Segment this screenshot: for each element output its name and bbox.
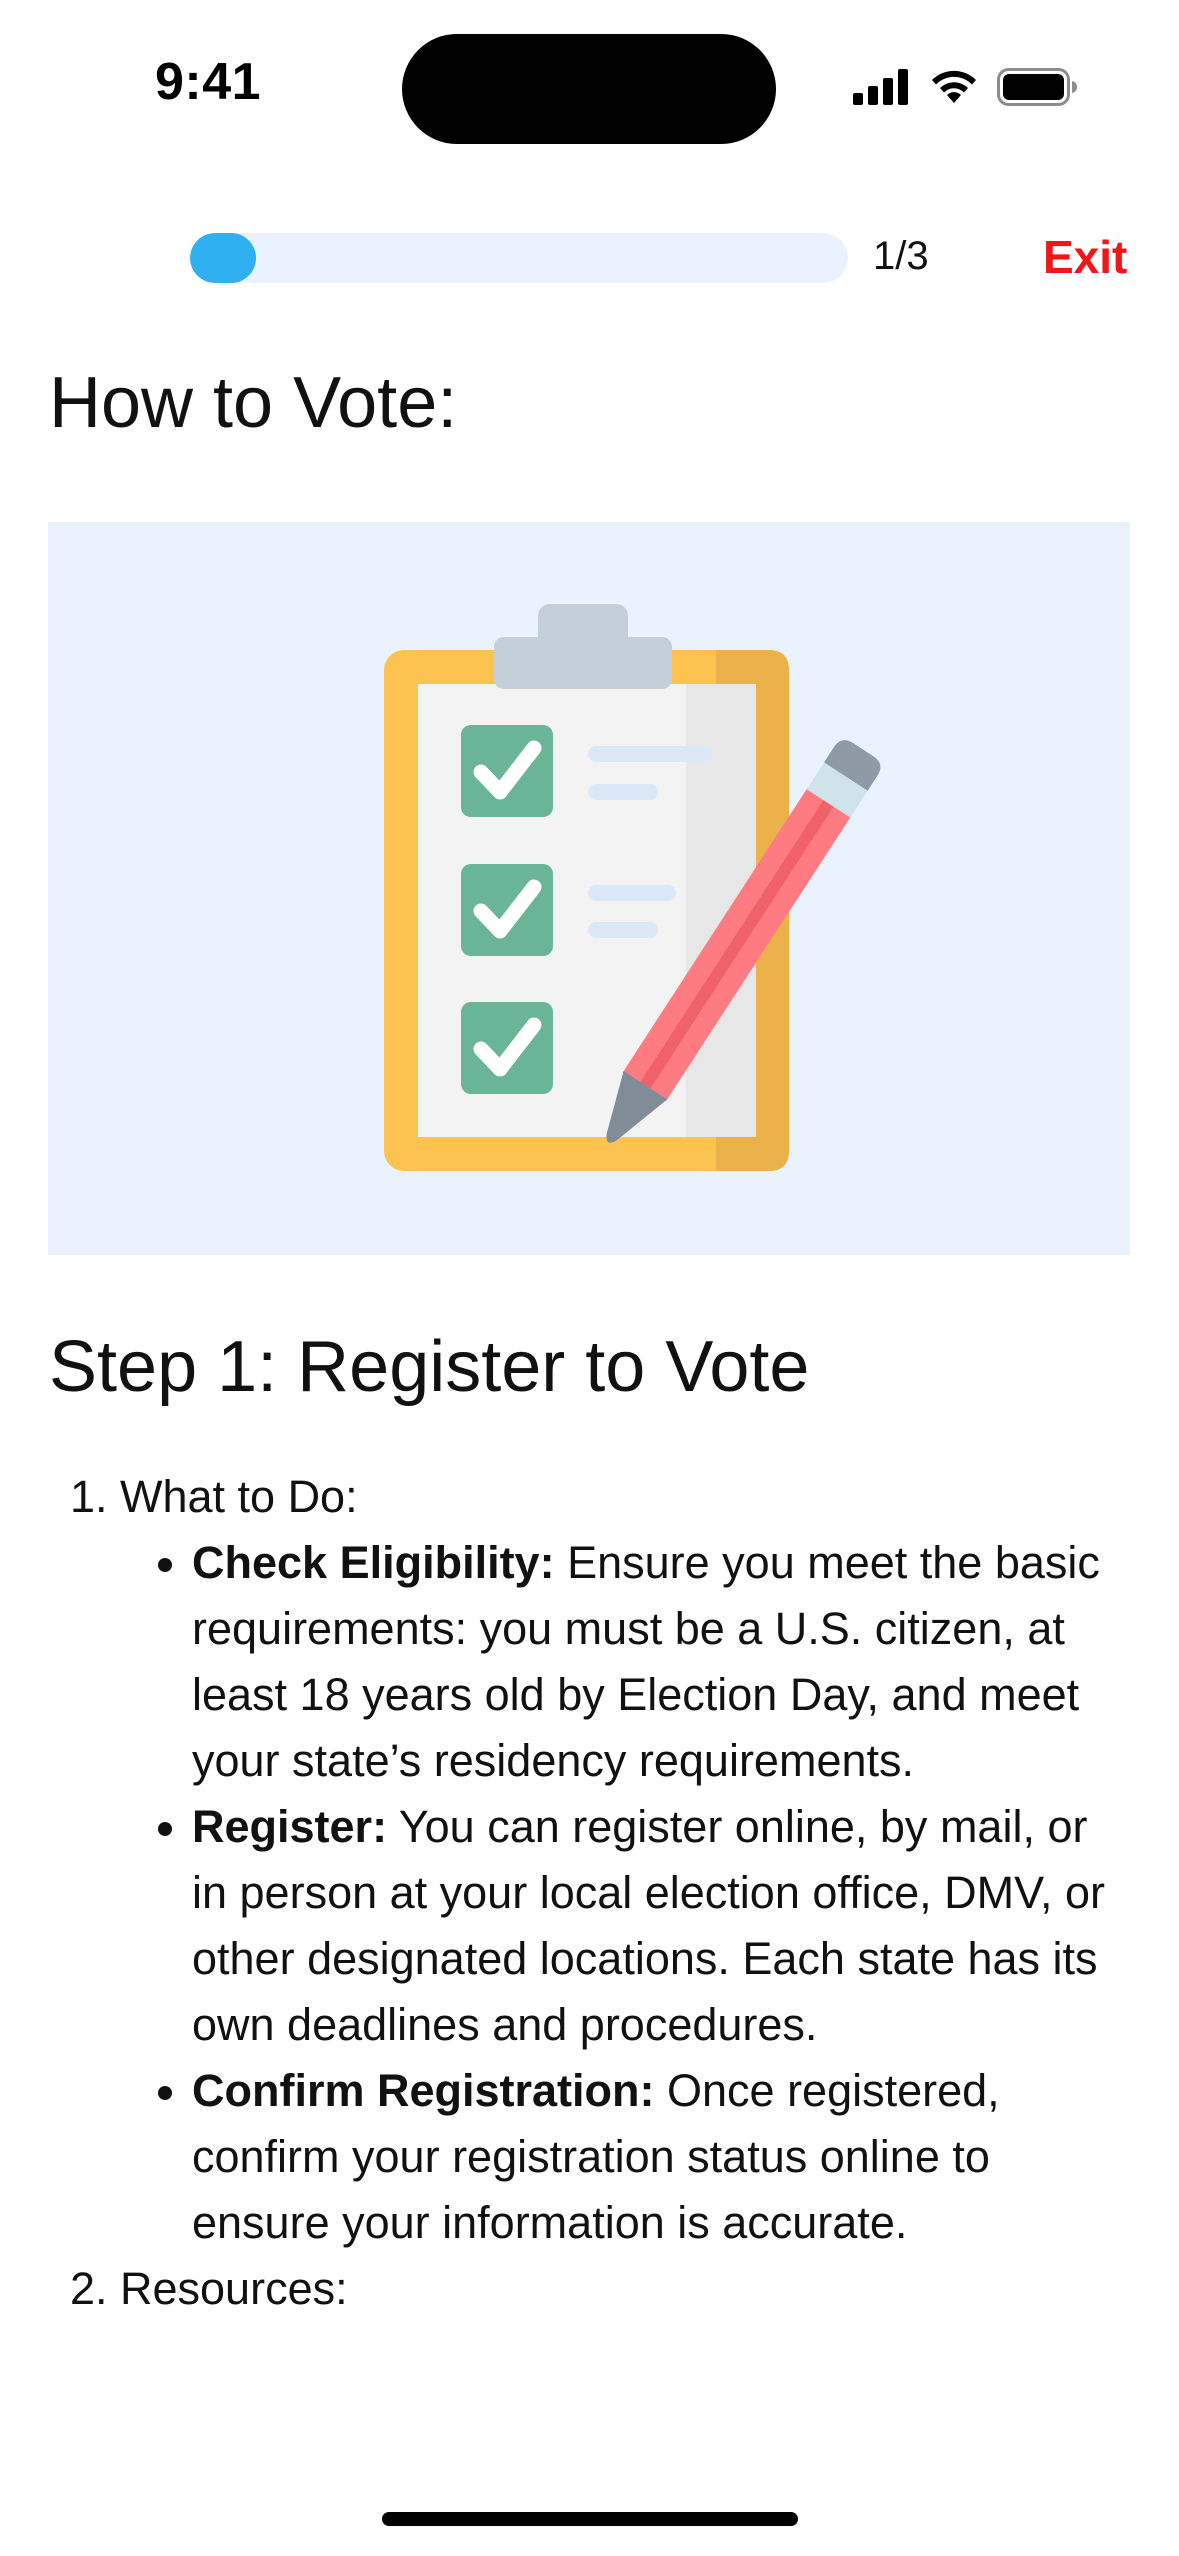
bullet-heading: Register: <box>192 1801 388 1852</box>
status-time: 9:41 <box>155 53 262 111</box>
status-icons <box>853 68 1079 106</box>
progress-bar-fill <box>190 233 256 283</box>
progress-count: 1/3 <box>873 234 929 278</box>
list-item-label: What to Do: <box>120 1471 358 1522</box>
wifi-icon <box>932 70 976 103</box>
page-title: How to Vote: <box>49 363 458 443</box>
bullet-heading: Confirm Registration: <box>192 2065 655 2116</box>
step-content: What to Do: Check Eligibility: Ensure yo… <box>60 1464 1130 2322</box>
list-item-what-to-do: What to Do: Check Eligibility: Ensure yo… <box>120 1464 1130 2256</box>
home-indicator[interactable] <box>382 2512 798 2526</box>
bullet-confirm-registration: Confirm Registration: Once registered, c… <box>192 2058 1130 2256</box>
bullet-register: Register: You can register online, by ma… <box>192 1794 1130 2058</box>
battery-icon <box>997 68 1077 106</box>
bullet-heading: Check Eligibility: <box>192 1537 555 1588</box>
clipboard-checklist-icon <box>384 604 881 1171</box>
step-title: Step 1: Register to Vote <box>49 1327 810 1407</box>
hero-illustration <box>48 522 1130 1255</box>
list-item-label: Resources: <box>120 2263 348 2314</box>
list-item-resources: Resources: <box>120 2256 1130 2322</box>
bullet-check-eligibility: Check Eligibility: Ensure you meet the b… <box>192 1530 1130 1794</box>
progress-bar <box>190 233 848 283</box>
cellular-signal-icon <box>853 69 908 105</box>
step-ordered-list: What to Do: Check Eligibility: Ensure yo… <box>60 1464 1130 2322</box>
exit-button[interactable]: Exit <box>1043 230 1127 284</box>
dynamic-island <box>402 34 776 144</box>
what-to-do-bullets: Check Eligibility: Ensure you meet the b… <box>120 1530 1130 2256</box>
